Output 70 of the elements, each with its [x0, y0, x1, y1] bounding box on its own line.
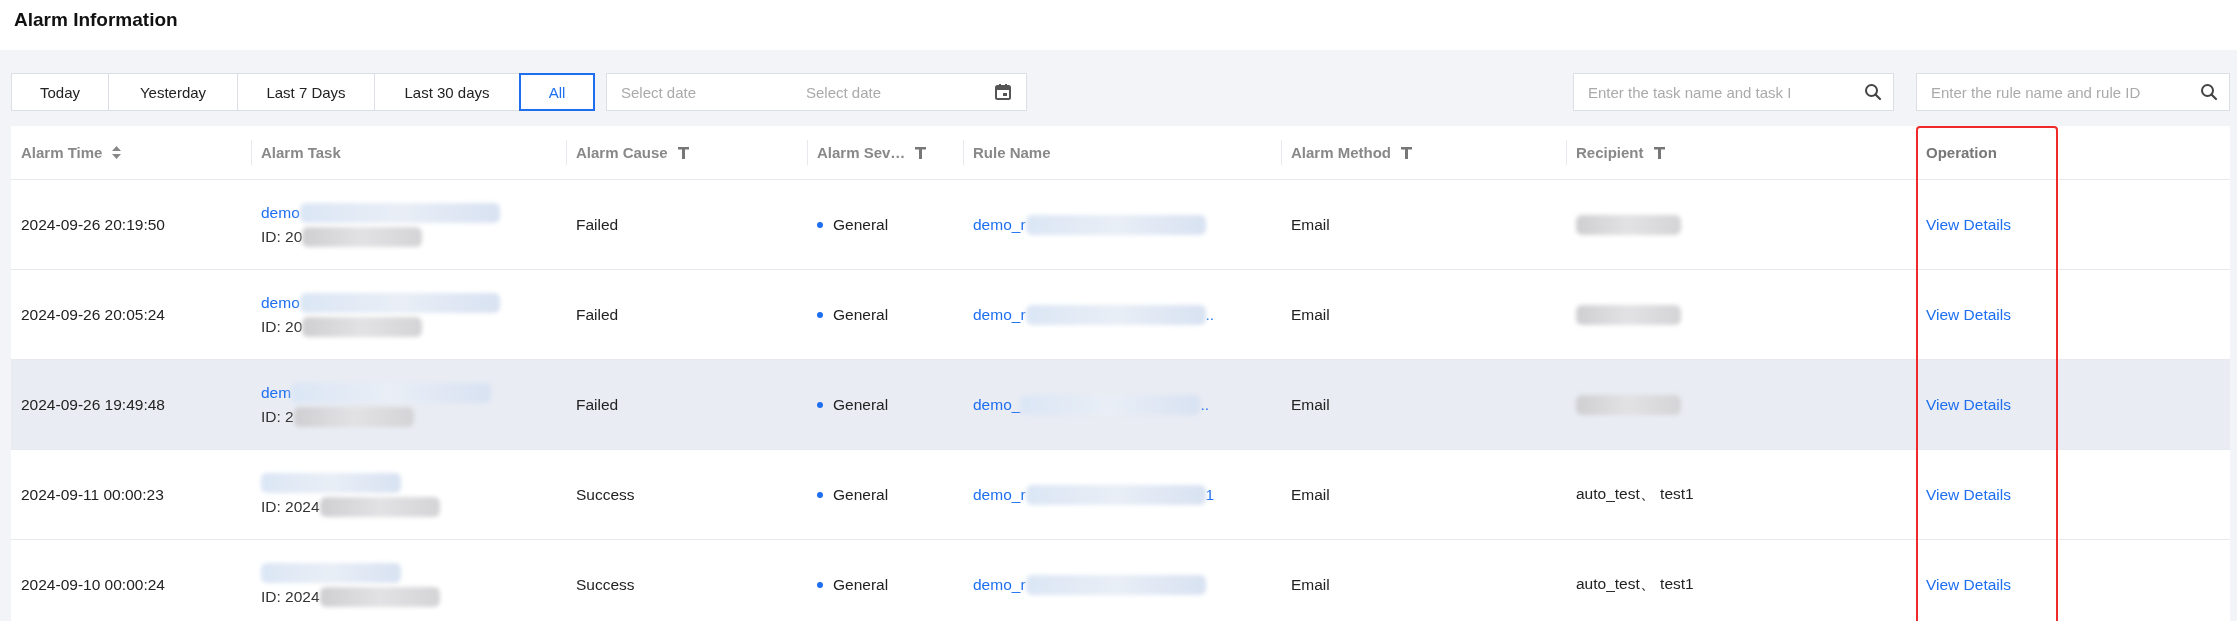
column-header: Operation: [1926, 144, 1997, 161]
table-cell: General: [833, 215, 889, 234]
rule-search-field[interactable]: Enter the rule name and rule ID: [1916, 73, 2230, 111]
search-icon: [1864, 83, 1882, 101]
table-cell: Email: [1291, 395, 1330, 414]
view-details-link[interactable]: View Details: [1926, 395, 2011, 414]
task-id: ID: 2024: [261, 497, 320, 516]
column-header: Recipient: [1576, 144, 1644, 161]
rule-name-link[interactable]: demo_: [973, 395, 1021, 414]
calendar-icon: [994, 83, 1012, 101]
table-cell: Failed: [576, 395, 619, 414]
table-cell: General: [833, 305, 889, 324]
rule-name-link[interactable]: demo_r: [973, 305, 1026, 324]
view-details-link[interactable]: View Details: [1926, 215, 2011, 234]
view-details-link[interactable]: View Details: [1926, 575, 2011, 594]
task-name-link[interactable]: dem: [261, 383, 292, 402]
table-cell: Failed: [576, 305, 619, 324]
table-cell: 2024-09-11 00:00:23: [21, 485, 164, 504]
rule-name-suffix: 1: [1205, 485, 1215, 504]
table-cell: Email: [1291, 215, 1330, 234]
table-cell: Email: [1291, 575, 1330, 594]
column-header: Alarm Cause: [576, 144, 668, 161]
date-range-tab[interactable]: Last 7 Days: [237, 73, 375, 111]
date-range-tab[interactable]: All: [519, 73, 595, 111]
table-cell: 2024-09-26 20:05:24: [21, 305, 165, 324]
column-header: Alarm Task: [261, 144, 341, 161]
task-search-field[interactable]: Enter the task name and task I: [1573, 73, 1894, 111]
table-cell: General: [833, 575, 889, 594]
column-header: Rule Name: [973, 144, 1051, 161]
column-header: Alarm Method: [1291, 144, 1391, 161]
table-cell: 2024-09-10 00:00:24: [21, 575, 165, 594]
rule-name-link[interactable]: demo_r: [973, 215, 1026, 234]
task-name-link[interactable]: demo: [261, 293, 300, 312]
table-cell: Success: [576, 575, 635, 594]
rule-name-link[interactable]: demo_r: [973, 575, 1026, 594]
column-header: Alarm Time: [21, 144, 103, 161]
table-cell-text: auto_test、 test1: [1576, 484, 1694, 504]
task-id: ID: 2024: [261, 587, 320, 606]
date-range-tab[interactable]: Yesterday: [108, 73, 238, 111]
filter-icon[interactable]: [1401, 146, 1412, 159]
search-icon: [2200, 83, 2218, 101]
filter-icon[interactable]: [677, 146, 689, 159]
column-header: Alarm Sev…: [817, 144, 906, 161]
table-row[interactable]: 2024-09-26 19:49:48 dem ID: 2 Failed General demo_ .. Email View Details: [11, 360, 2230, 450]
task-name-link[interactable]: demo: [261, 203, 300, 222]
table-cell: Email: [1291, 485, 1330, 504]
view-details-link[interactable]: View Details: [1926, 305, 2011, 324]
table-cell: General: [833, 395, 889, 414]
date-range-tab[interactable]: Last 30 days: [374, 73, 520, 111]
page-title: Alarm Information: [14, 9, 178, 31]
start-date-placeholder: Select date: [621, 83, 698, 101]
task-id: ID: 20: [261, 317, 303, 336]
table-cell: Failed: [576, 215, 619, 234]
table-cell: 2024-09-26 19:49:48: [21, 395, 165, 414]
filter-icon[interactable]: [915, 146, 927, 159]
view-details-link[interactable]: View Details: [1926, 485, 2011, 504]
rule-name-suffix: ..: [1205, 305, 1215, 324]
table-cell: 2024-09-26 20:19:50: [21, 215, 165, 234]
task-id: ID: 2: [261, 407, 294, 426]
table-cell: General: [833, 485, 889, 504]
date-range-tab[interactable]: Today: [11, 73, 109, 111]
rule-name-suffix: ..: [1200, 395, 1210, 414]
task-id: ID: 20: [261, 227, 303, 246]
table-cell: Email: [1291, 305, 1330, 324]
filter-icon[interactable]: [1653, 146, 1665, 159]
table-cell-text: auto_test、 test1: [1576, 574, 1694, 594]
rule-name-link[interactable]: demo_r: [973, 485, 1026, 504]
sort-icon[interactable]: [112, 146, 122, 159]
end-date-placeholder: Select date: [806, 83, 883, 101]
table-cell: Success: [576, 485, 635, 504]
